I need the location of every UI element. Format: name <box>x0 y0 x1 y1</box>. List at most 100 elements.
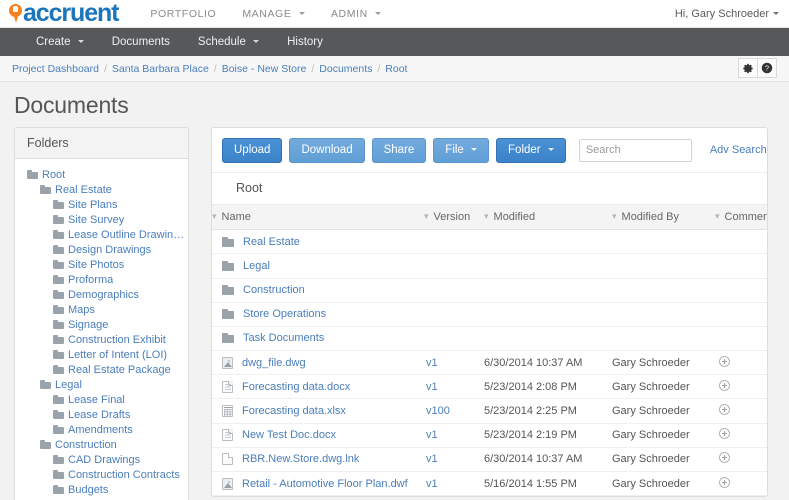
table-row[interactable]: Construction <box>212 278 767 303</box>
sidebar-title: Folders <box>15 128 188 159</box>
version-link[interactable]: v1 <box>424 478 438 490</box>
breadcrumb-item-3[interactable]: Documents <box>319 63 372 75</box>
menu-item-history[interactable]: History <box>273 28 337 56</box>
version-link[interactable]: v1 <box>424 453 438 465</box>
menu-item-schedule[interactable]: Schedule <box>184 28 273 56</box>
tree-node[interactable]: Proforma <box>15 272 188 287</box>
user-menu[interactable]: Hi, Gary Schroeder <box>675 8 779 20</box>
version-link[interactable]: v1 <box>424 357 438 369</box>
tree-node[interactable]: Construction <box>15 437 188 452</box>
gear-icon[interactable] <box>738 58 758 78</box>
tree-node[interactable]: Real Estate <box>15 182 188 197</box>
column-header-modified-by[interactable]: ▾ Modified By <box>612 204 715 231</box>
tree-node[interactable]: Legal <box>15 377 188 392</box>
tree-node[interactable]: Site Photos <box>15 257 188 272</box>
table-row[interactable]: Real Estate <box>212 229 767 255</box>
add-comment-icon[interactable] <box>719 428 730 440</box>
tree-node[interactable]: Design Drawings <box>15 242 188 257</box>
row-name-link[interactable]: Legal <box>243 260 270 272</box>
doc-file-icon <box>222 429 233 442</box>
download-button[interactable]: Download <box>289 138 365 163</box>
add-comment-icon[interactable] <box>719 404 730 416</box>
version-link[interactable]: v100 <box>424 405 450 417</box>
cell-comments <box>715 374 767 400</box>
tree-node[interactable]: Budgets <box>15 482 188 497</box>
column-header-comments[interactable]: ▾ Comments ▾ <box>715 204 767 231</box>
row-name-link[interactable]: New Test Doc.docx <box>242 429 336 441</box>
add-comment-icon[interactable] <box>719 476 730 488</box>
add-comment-icon[interactable] <box>719 452 730 464</box>
share-button[interactable]: Share <box>371 138 427 163</box>
table-row[interactable]: dwg_file.dwg v1 6/30/2014 10:37 AM Gary Sch… <box>212 350 767 376</box>
breadcrumb-item-2[interactable]: Boise - New Store <box>222 63 307 75</box>
row-name-link[interactable]: Forecasting data.xlsx <box>242 405 346 417</box>
column-header-version[interactable]: ▾ Version <box>424 204 484 231</box>
version-link[interactable]: v1 <box>424 429 438 441</box>
cell-version <box>424 302 484 327</box>
menu-item-documents[interactable]: Documents <box>98 28 184 56</box>
row-name-link[interactable]: dwg_file.dwg <box>242 357 306 369</box>
nav-item-portfolio[interactable]: PORTFOLIO <box>150 8 216 20</box>
breadcrumb-item-0[interactable]: Project Dashboard <box>12 63 99 75</box>
nav-item-manage[interactable]: MANAGE <box>242 8 305 20</box>
tree-node[interactable]: Construction Contracts <box>15 467 188 482</box>
adv-search-link[interactable]: Adv Search <box>710 144 767 156</box>
tree-node[interactable]: Maps <box>15 302 188 317</box>
table-row[interactable]: Forecasting data.xlsx v100 5/23/2014 2:25 … <box>212 398 767 424</box>
column-header-modified[interactable]: ▾ Modified <box>484 204 612 231</box>
cell-name: Forecasting data.xlsx <box>212 398 424 424</box>
chevron-down-icon[interactable]: ▾ <box>212 212 217 221</box>
add-comment-icon[interactable] <box>719 355 730 367</box>
file-menu-button[interactable]: File <box>433 138 490 163</box>
tree-node[interactable]: Lease Drafts <box>15 407 188 422</box>
tree-node[interactable]: Site Survey <box>15 212 188 227</box>
row-name-link[interactable]: Task Documents <box>243 332 324 344</box>
search-input[interactable] <box>578 138 692 162</box>
accruent-logo[interactable]: accruent <box>8 1 120 26</box>
tree-node[interactable]: Root <box>15 167 188 182</box>
breadcrumb-item-4[interactable]: Root <box>385 63 407 75</box>
cell-comments <box>715 447 767 473</box>
table-row[interactable]: Task Documents <box>212 326 767 352</box>
tree-node[interactable]: Signage <box>15 317 188 332</box>
row-name-link[interactable]: Retail - Automotive Floor Plan.dwf <box>242 478 408 490</box>
menu-item-create[interactable]: Create <box>22 28 98 56</box>
nav-item-admin[interactable]: ADMIN <box>331 8 382 20</box>
table-row[interactable]: Forecasting data.docx v1 5/23/2014 2:08 PM… <box>212 374 767 400</box>
tree-node[interactable]: Lease Outline Drawings... <box>15 227 188 242</box>
folder-menu-button[interactable]: Folder <box>496 138 566 163</box>
table-row[interactable]: Retail - Automotive Floor Plan.dwf v1 5/16… <box>212 471 767 497</box>
documents-table: ▾ Name ▾ Version ▾ Modified ▾ Modified B… <box>212 204 767 497</box>
chevron-down-icon[interactable]: ▾ <box>715 212 720 221</box>
tree-node[interactable]: Site Plans <box>15 197 188 212</box>
table-row[interactable]: Store Operations <box>212 302 767 327</box>
tree-node[interactable]: Letter of Intent (LOI) <box>15 347 188 362</box>
tree-node-label: Legal <box>55 378 82 391</box>
version-link[interactable]: v1 <box>424 381 438 393</box>
row-name-link[interactable]: RBR.New.Store.dwg.lnk <box>242 453 359 465</box>
tree-node[interactable]: Real Estate Package <box>15 362 188 377</box>
tree-node[interactable]: Demographics <box>15 287 188 302</box>
row-name-link[interactable]: Forecasting data.docx <box>242 381 350 393</box>
chevron-down-icon <box>298 12 305 16</box>
row-name-link[interactable]: Real Estate <box>243 236 300 248</box>
table-row[interactable]: Legal <box>212 253 767 279</box>
table-row[interactable]: RBR.New.Store.dwg.lnk v1 6/30/2014 10:37 A… <box>212 447 767 473</box>
upload-button[interactable]: Upload <box>222 138 283 163</box>
row-name-link[interactable]: Store Operations <box>243 308 326 320</box>
table-row[interactable]: New Test Doc.docx v1 5/23/2014 2:19 PM Gary… <box>212 423 767 448</box>
chevron-down-icon[interactable]: ▾ <box>484 212 489 221</box>
column-header-name[interactable]: ▾ Name <box>212 204 424 231</box>
chevron-down-icon[interactable]: ▾ <box>612 212 617 221</box>
add-comment-icon[interactable] <box>719 379 730 391</box>
help-icon[interactable]: ? <box>757 58 777 78</box>
chevron-down-icon[interactable]: ▾ <box>424 212 429 221</box>
tree-node[interactable]: Construction Exhibit <box>15 332 188 347</box>
tree-node[interactable]: CAD Drawings <box>15 452 188 467</box>
row-name-link[interactable]: Construction <box>243 284 305 296</box>
main-content: Folders Root Real Estate Site Plans Site Su… <box>0 127 789 500</box>
tree-node[interactable]: Lease Final <box>15 392 188 407</box>
tree-node[interactable]: Amendments <box>15 422 188 437</box>
folder-icon <box>222 260 234 271</box>
breadcrumb-item-1[interactable]: Santa Barbara Place <box>112 63 209 75</box>
